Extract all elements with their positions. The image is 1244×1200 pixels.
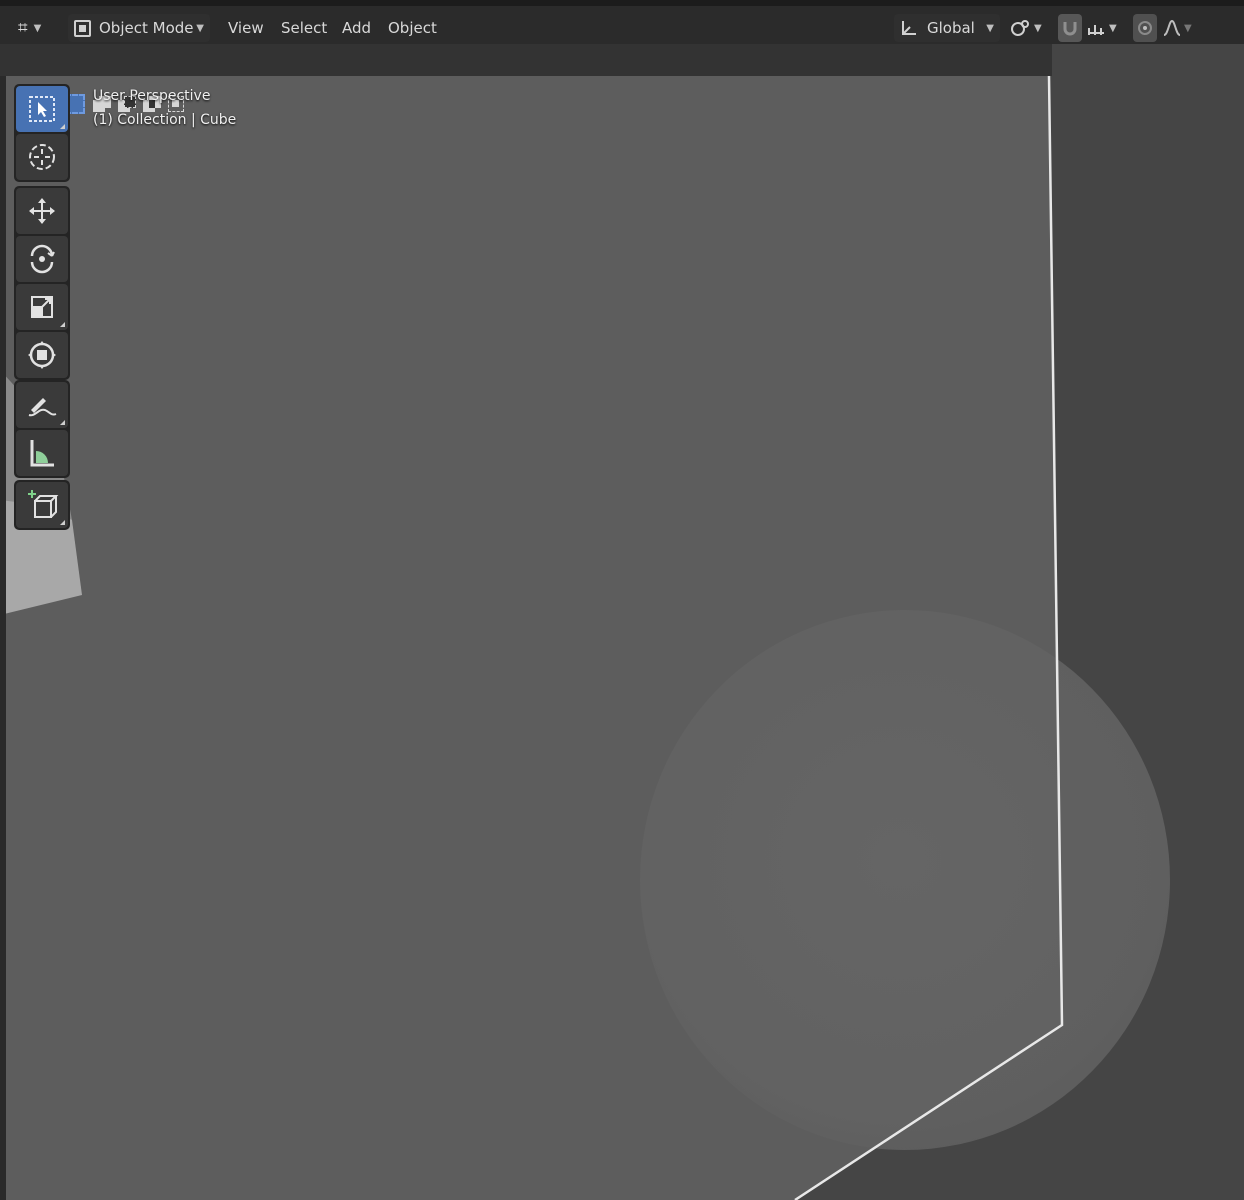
viewport-header: ⌗ ▼ Object Mode ▼ View Select Add Object… <box>0 0 1244 44</box>
toolbar-group-transform <box>14 186 70 380</box>
menu-add[interactable]: Add <box>336 14 377 42</box>
proportional-editing-icon <box>1138 21 1152 35</box>
move-icon <box>29 198 55 224</box>
viewport-left-border <box>0 0 6 1200</box>
cube-face-shading <box>640 610 1170 1150</box>
falloff-curve-icon <box>1163 19 1181 36</box>
mode-dropdown[interactable]: Object Mode ▼ <box>68 14 210 42</box>
viewport-scene[interactable] <box>0 0 1244 1200</box>
toolbar-group-add <box>14 480 70 530</box>
menu-view[interactable]: View <box>222 14 270 42</box>
annotate-icon <box>28 398 57 417</box>
mode-label: Object Mode <box>99 19 194 37</box>
collection-info: (1) Collection | Cube <box>93 112 237 128</box>
chevron-down-icon: ▼ <box>1184 22 1192 34</box>
scale-icon <box>31 296 53 318</box>
transform-icon <box>28 341 56 369</box>
pivot-point-icon <box>1011 20 1029 36</box>
transform-orientation-dropdown[interactable]: Global ▼ <box>894 14 1000 42</box>
tool-transform[interactable] <box>16 332 68 378</box>
chevron-down-icon: ▼ <box>196 22 204 34</box>
chevron-down-icon: ▼ <box>33 22 42 34</box>
tool-settings-bar <box>0 44 1052 114</box>
snap-magnet-icon <box>1063 22 1077 36</box>
cursor-icon <box>29 144 55 170</box>
transform-axes-icon: ⌗ <box>18 18 28 38</box>
tool-measure[interactable] <box>16 430 68 476</box>
falloff-dropdown[interactable]: ▼ <box>1162 14 1192 42</box>
chevron-down-icon: ▼ <box>986 22 994 34</box>
3d-viewport[interactable]: ⌗ ▼ Object Mode ▼ View Select Add Object… <box>0 0 1244 1200</box>
menu-object[interactable]: Object <box>382 14 443 42</box>
proportional-editing-toggle[interactable] <box>1133 14 1157 42</box>
snap-target-dropdown[interactable]: ▼ <box>1086 14 1117 42</box>
chevron-down-icon: ▼ <box>1034 22 1042 34</box>
tool-cursor[interactable] <box>16 134 68 180</box>
pivot-point-dropdown[interactable]: ▼ <box>1010 14 1042 42</box>
chevron-down-icon: ▼ <box>1109 22 1117 34</box>
toolbar-group-annotate <box>14 380 70 478</box>
select-box-icon <box>29 96 55 122</box>
object-mode-icon <box>74 19 91 37</box>
tool-rotate[interactable] <box>16 236 68 282</box>
tool-select-box[interactable] <box>16 86 68 132</box>
snap-toggle[interactable] <box>1058 14 1082 42</box>
transform-orientation-icon <box>902 21 916 35</box>
add-cube-icon <box>28 490 59 518</box>
tool-add-cube[interactable] <box>16 482 68 528</box>
tool-scale[interactable] <box>16 284 68 330</box>
rotate-icon <box>30 244 55 274</box>
editor-type-button[interactable]: ⌗ ▼ <box>18 14 41 42</box>
view-name: User Perspective <box>93 88 211 104</box>
tool-move[interactable] <box>16 188 68 234</box>
tool-annotate[interactable] <box>16 382 68 428</box>
orientation-label: Global <box>927 19 975 37</box>
menu-select[interactable]: Select <box>275 14 333 42</box>
toolbar-group-select <box>14 84 70 182</box>
measure-icon <box>30 440 54 467</box>
snap-increment-icon <box>1088 25 1104 35</box>
